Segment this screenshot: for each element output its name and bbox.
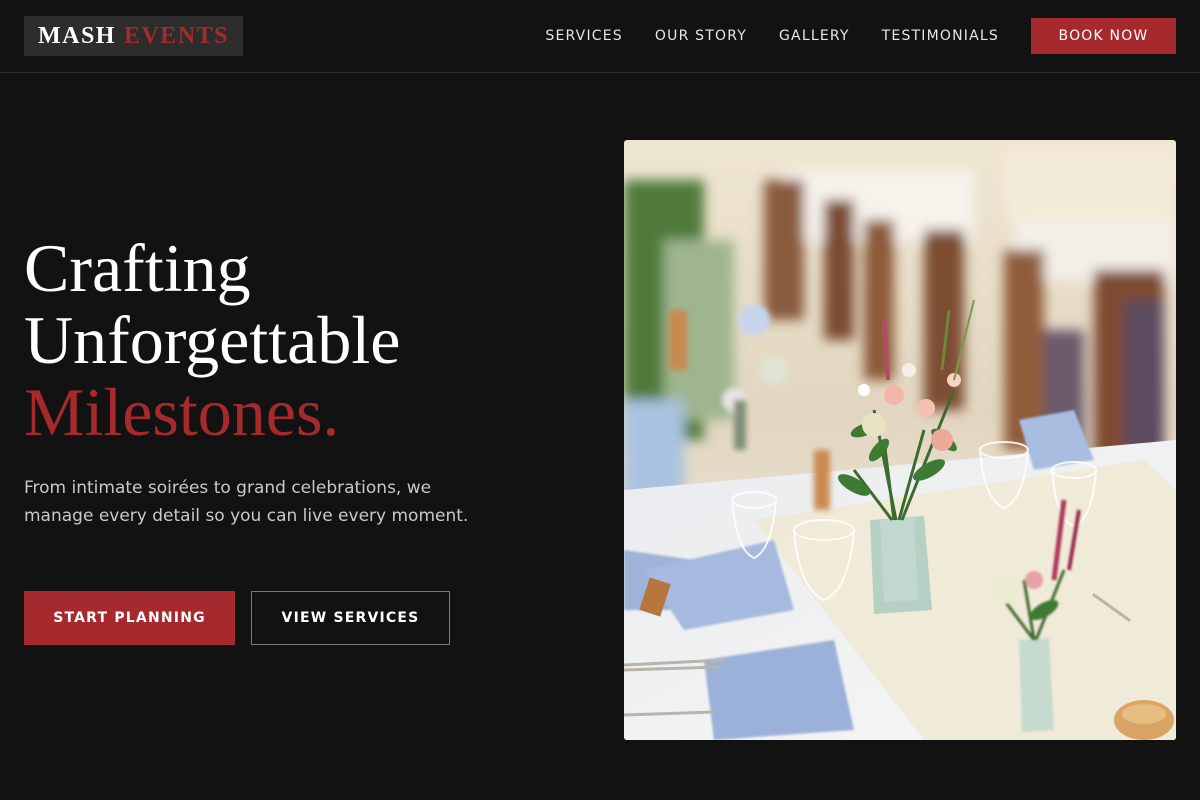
brand-logo[interactable]: MASH EVENTS: [24, 16, 243, 56]
hero-subtitle: From intimate soirées to grand celebrati…: [24, 478, 469, 526]
view-services-button[interactable]: VIEW SERVICES: [251, 591, 450, 645]
hero-title-line1: Crafting: [24, 230, 251, 306]
hero-title: Crafting Unforgettable Milestones.: [24, 232, 594, 448]
site-header: MASH EVENTS SERVICES OUR STORY GALLERY T…: [0, 0, 1200, 73]
nav-link-gallery[interactable]: GALLERY: [779, 28, 850, 44]
nav-link-testimonials[interactable]: TESTIMONIALS: [882, 28, 999, 44]
nav-link-services[interactable]: SERVICES: [545, 28, 623, 44]
hero-title-line2: Unforgettable: [24, 302, 401, 378]
brand-name-part1: MASH: [37, 22, 116, 49]
hero-photo: [624, 140, 1176, 740]
hero-title-accent: Milestones.: [24, 374, 340, 450]
wedding-table-illustration: [624, 140, 1176, 740]
start-planning-button[interactable]: START PLANNING: [24, 591, 235, 645]
main-nav: SERVICES OUR STORY GALLERY TESTIMONIALS …: [545, 18, 1176, 54]
brand-name-part2: EVENTS: [123, 22, 230, 49]
book-now-button[interactable]: BOOK NOW: [1031, 18, 1176, 54]
nav-link-our-story[interactable]: OUR STORY: [655, 28, 747, 44]
